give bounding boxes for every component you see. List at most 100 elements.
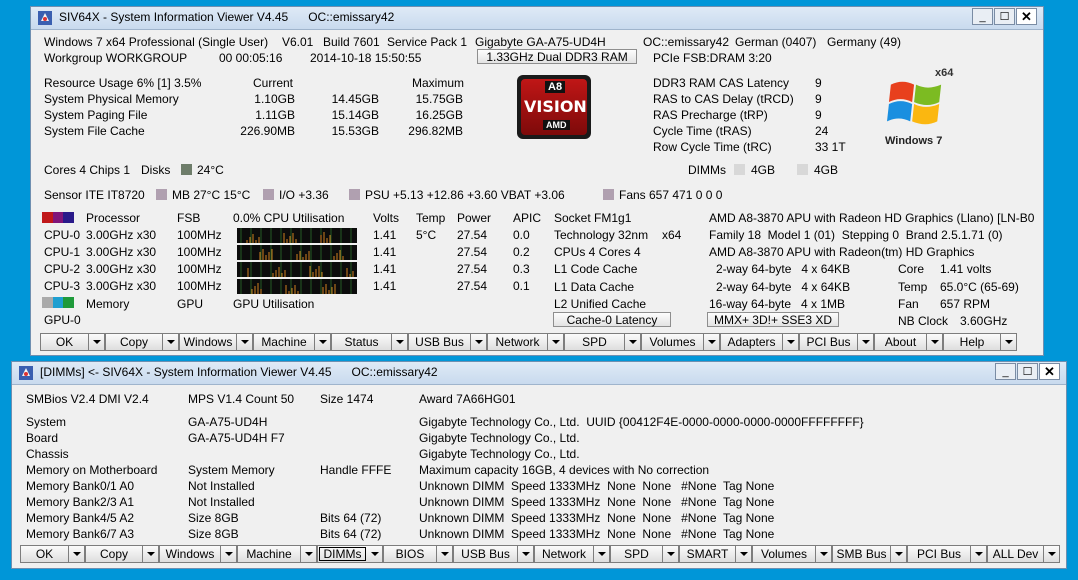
toolbar-button-label[interactable]: Machine: [254, 334, 315, 350]
dropdown-arrow-icon[interactable]: [625, 334, 640, 350]
toolbar-button-smb-bus[interactable]: SMB Bus: [832, 545, 907, 563]
toolbar-button-smart[interactable]: SMART: [679, 545, 752, 563]
dropdown-arrow-icon[interactable]: [69, 546, 84, 562]
toolbar-button-label[interactable]: SPD: [565, 334, 625, 350]
toolbar-button-bios[interactable]: BIOS: [383, 545, 453, 563]
toolbar-button-windows[interactable]: Windows: [179, 333, 253, 351]
cpu-util-graph: [237, 228, 357, 243]
toolbar-button-label[interactable]: Windows: [160, 546, 221, 562]
toolbar-button-label[interactable]: BIOS: [384, 546, 437, 562]
toolbar-button-copy[interactable]: Copy: [85, 545, 159, 563]
dropdown-arrow-icon[interactable]: [783, 334, 798, 350]
toolbar-button-about[interactable]: About: [874, 333, 943, 351]
toolbar-button-volumes[interactable]: Volumes: [641, 333, 720, 351]
toolbar-button-spd[interactable]: SPD: [564, 333, 641, 351]
toolbar-button-label[interactable]: Adapters: [721, 334, 783, 350]
close-button[interactable]: ✕: [1016, 8, 1037, 25]
toolbar-button-usb-bus[interactable]: USB Bus: [408, 333, 487, 351]
toolbar-button-pci-bus[interactable]: PCI Bus: [799, 333, 874, 351]
toolbar-button-label[interactable]: Copy: [106, 334, 163, 350]
toolbar-button-label[interactable]: DIMMs: [319, 547, 366, 561]
resource-label: System File Cache: [44, 124, 145, 138]
dmi-row-detail: Unknown DIMM Speed 1333MHz None None #No…: [419, 527, 775, 541]
dimms-titlebar[interactable]: [DIMMs] <- SIV64X - System Information V…: [12, 362, 1066, 385]
toolbar-button-label[interactable]: Copy: [86, 546, 143, 562]
toolbar-button-all-dev[interactable]: ALL Dev: [987, 545, 1060, 563]
dropdown-arrow-icon[interactable]: [221, 546, 236, 562]
board-name: Gigabyte GA-A75-UD4H: [475, 35, 606, 49]
toolbar-button-ok[interactable]: OK: [20, 545, 85, 563]
toolbar-button-help[interactable]: Help: [943, 333, 1017, 351]
dropdown-arrow-icon[interactable]: [301, 546, 316, 562]
dropdown-arrow-icon[interactable]: [927, 334, 942, 350]
cpu-features-button[interactable]: MMX+ 3D!+ SSE3 XD: [707, 312, 839, 327]
toolbar-button-label[interactable]: Volumes: [642, 334, 704, 350]
dropdown-arrow-icon[interactable]: [163, 334, 178, 350]
dropdown-arrow-icon[interactable]: [858, 334, 873, 350]
minimize-button[interactable]: _: [995, 363, 1016, 380]
toolbar-button-label[interactable]: SMB Bus: [833, 546, 891, 562]
cache-latency-button[interactable]: Cache-0 Latency: [553, 312, 671, 327]
toolbar-button-label[interactable]: Help: [944, 334, 1001, 350]
toolbar-button-label[interactable]: Network: [488, 334, 548, 350]
toolbar-button-pci-bus[interactable]: PCI Bus: [907, 545, 987, 563]
dropdown-arrow-icon[interactable]: [1044, 546, 1059, 562]
dropdown-arrow-icon[interactable]: [315, 334, 330, 350]
toolbar-button-machine[interactable]: Machine: [237, 545, 317, 563]
toolbar-button-label[interactable]: About: [875, 334, 927, 350]
toolbar-button-machine[interactable]: Machine: [253, 333, 331, 351]
close-button[interactable]: ✕: [1039, 363, 1060, 380]
maximize-button[interactable]: ☐: [994, 8, 1015, 25]
apic-header: APIC: [513, 211, 542, 225]
toolbar-button-dimms[interactable]: DIMMs: [317, 545, 383, 563]
toolbar-button-label[interactable]: Machine: [238, 546, 301, 562]
dropdown-arrow-icon[interactable]: [594, 546, 609, 562]
toolbar-button-label[interactable]: OK: [21, 546, 69, 562]
toolbar-button-label[interactable]: SPD: [611, 546, 663, 562]
toolbar-button-network[interactable]: Network: [487, 333, 564, 351]
toolbar-button-label[interactable]: SMART: [680, 546, 736, 562]
minimize-button[interactable]: _: [972, 8, 993, 25]
toolbar-button-ok[interactable]: OK: [40, 333, 105, 351]
dropdown-arrow-icon[interactable]: [971, 546, 986, 562]
toolbar-button-label[interactable]: Status: [332, 334, 392, 350]
dropdown-arrow-icon[interactable]: [89, 334, 104, 350]
toolbar-button-copy[interactable]: Copy: [105, 333, 179, 351]
toolbar-button-label[interactable]: ALL Dev: [988, 546, 1044, 562]
dropdown-arrow-icon[interactable]: [1001, 334, 1016, 350]
toolbar-button-label[interactable]: Network: [535, 546, 594, 562]
dropdown-arrow-icon[interactable]: [891, 546, 906, 562]
dropdown-arrow-icon[interactable]: [392, 334, 407, 350]
dropdown-arrow-icon[interactable]: [816, 546, 831, 562]
toolbar-button-label[interactable]: PCI Bus: [908, 546, 971, 562]
toolbar-button-usb-bus[interactable]: USB Bus: [453, 545, 534, 563]
toolbar-button-label[interactable]: USB Bus: [454, 546, 518, 562]
dmi-row-detail: Unknown DIMM Speed 1333MHz None None #No…: [419, 511, 775, 525]
dropdown-arrow-icon[interactable]: [548, 334, 563, 350]
toolbar-button-network[interactable]: Network: [534, 545, 610, 563]
toolbar-button-spd[interactable]: SPD: [610, 545, 679, 563]
main-titlebar[interactable]: SIV64X - System Information Viewer V4.45…: [31, 7, 1043, 30]
dropdown-arrow-icon[interactable]: [518, 546, 533, 562]
toolbar-button-label[interactable]: USB Bus: [409, 334, 471, 350]
toolbar-button-status[interactable]: Status: [331, 333, 408, 351]
dropdown-arrow-icon[interactable]: [437, 546, 452, 562]
dropdown-arrow-icon[interactable]: [663, 546, 678, 562]
toolbar-button-windows[interactable]: Windows: [159, 545, 237, 563]
toolbar-button-label[interactable]: Windows: [180, 334, 237, 350]
l2-value: 16-way 64-byte 4 x 1MB: [709, 297, 846, 311]
toolbar-button-label[interactable]: PCI Bus: [800, 334, 858, 350]
toolbar-button-volumes[interactable]: Volumes: [752, 545, 832, 563]
maximize-button[interactable]: ☐: [1017, 363, 1038, 380]
dropdown-arrow-icon[interactable]: [237, 334, 252, 350]
dropdown-arrow-icon[interactable]: [704, 334, 719, 350]
dropdown-arrow-icon[interactable]: [736, 546, 751, 562]
toolbar-button-label[interactable]: OK: [41, 334, 89, 350]
ram-info-button[interactable]: 1.33GHz Dual DDR3 RAM: [477, 49, 637, 64]
toolbar-button-adapters[interactable]: Adapters: [720, 333, 799, 351]
dropdown-arrow-icon[interactable]: [471, 334, 486, 350]
amd-logo-brand: AMD: [543, 120, 570, 130]
dropdown-arrow-icon[interactable]: [367, 546, 382, 562]
toolbar-button-label[interactable]: Volumes: [753, 546, 816, 562]
dropdown-arrow-icon[interactable]: [143, 546, 158, 562]
